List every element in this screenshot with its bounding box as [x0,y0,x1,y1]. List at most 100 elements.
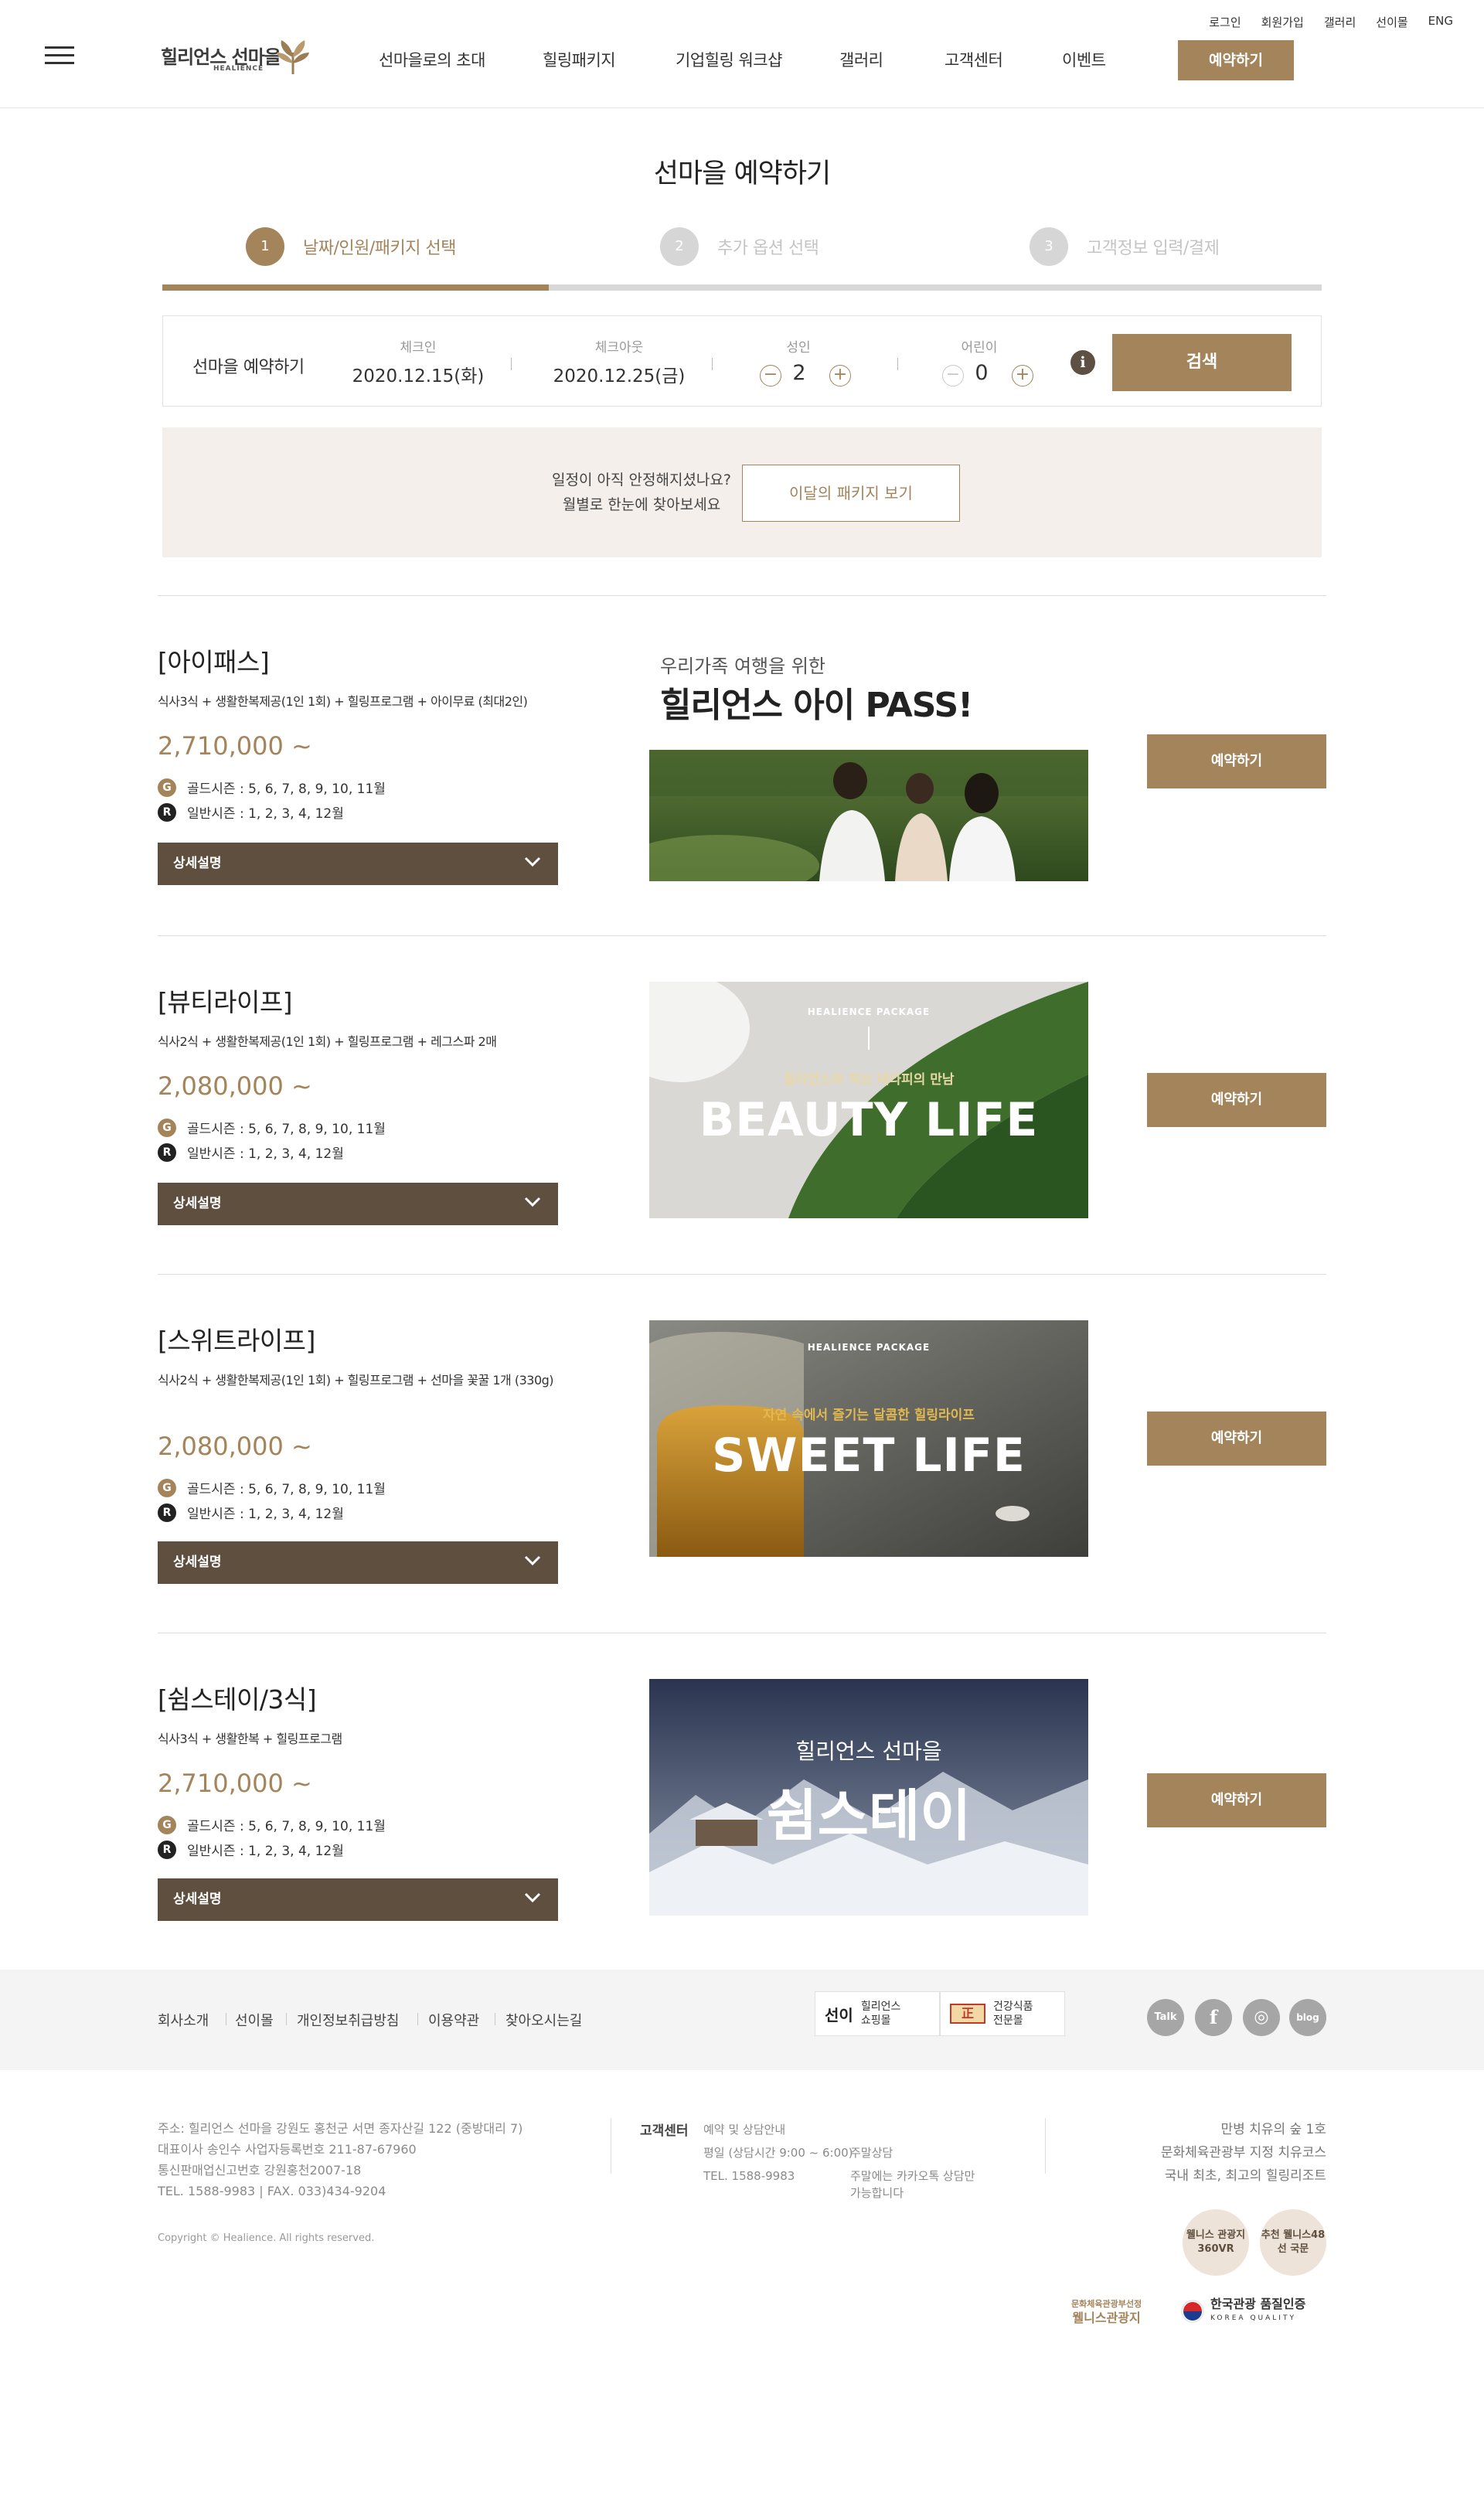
adult-minus-button[interactable]: − [760,365,781,387]
detail-toggle-button[interactable]: 상세설명 [158,1541,558,1584]
package-title: [스위트라이프] [158,1326,315,1356]
detail-label: 상세설명 [173,1892,222,1907]
divider [1045,2118,1046,2174]
regular-season: R 일반시즌 : 1, 2, 3, 4, 12월 [158,802,344,822]
adult-count: 2 [792,361,806,385]
instagram-icon[interactable]: ◎ [1243,1999,1280,2036]
package-title: [아이패스] [158,647,270,677]
regular-season: R 일반시즌 : 1, 2, 3, 4, 12월 [158,1840,344,1859]
package-reserve-button[interactable]: 예약하기 [1147,1773,1326,1827]
chevron-down-icon [524,856,541,867]
wellness-360vr-badge[interactable]: 웰니스 관광지 360VR [1183,2209,1249,2276]
menu-icon[interactable] [45,46,74,65]
image-tag: HEALIENCE PACKAGE [807,1006,931,1017]
divider [511,358,512,370]
regular-season-badge: R [158,1143,176,1162]
package-reserve-button[interactable]: 예약하기 [1147,1412,1326,1466]
package-item-sweet-life: [스위트라이프] 식사2식 + 생활한복제공(1인 1회) + 힐링프로그램 +… [158,1274,1326,1633]
health-food-badge[interactable]: 正 건강식품 전문몰 [940,1991,1065,2036]
footer-link-company[interactable]: 회사소개 [158,2010,209,2030]
image-title: 힐리언스 아이 PASS! [660,686,973,725]
monthly-package-notice: 일정이 아직 안정해지셨나요? 월별로 한눈에 찾아보세요 이달의 패키지 보기 [162,427,1322,557]
blog-icon[interactable]: blog [1289,1999,1326,2036]
package-image-ipass: 우리가족 여행을 위한 힐리언스 아이 PASS! [649,651,1088,881]
package-item-shim-stay: [쉼스테이/3식] 식사3식 + 생활한복 + 힐링프로그램 2,710,000… [158,1633,1326,1970]
package-item-beauty-life: [뷰티라이프] 식사2식 + 생활한복제공(1인 1회) + 힐링프로그램 + … [158,935,1326,1274]
wellness-48-badge[interactable]: 추천 웰니스48선 국문 [1260,2209,1326,2276]
gold-season-badge: G [158,1478,176,1497]
chevron-down-icon [524,1555,541,1566]
step-label: 날짜/인원/패키지 선택 [303,239,456,258]
family-photo [649,750,1088,881]
shop-logo: 선이 [825,2005,853,2025]
shop-link[interactable]: 선이몰 [1376,14,1407,30]
header-reserve-button[interactable]: 예약하기 [1178,40,1294,80]
package-reserve-button[interactable]: 예약하기 [1147,734,1326,788]
nav-event[interactable]: 이벤트 [1062,48,1106,71]
regular-season-text: 일반시즌 : 1, 2, 3, 4, 12월 [187,806,344,822]
package-description: 식사2식 + 생활한복제공(1인 1회) + 힐링프로그램 + 선마을 꽃꿀 1… [158,1373,554,1388]
gallery-link[interactable]: 갤러리 [1324,14,1356,30]
cs-weekend: 주말상담 [850,2146,893,2160]
checkin-label: 체크인 [400,340,437,356]
resort-slogans: 만병 치유의 숲 1호 문화체육관광부 지정 치유코스 국내 최초, 최고의 힐… [1161,2118,1326,2188]
detail-toggle-button[interactable]: 상세설명 [158,843,558,885]
package-image-shim-stay: 힐리언스 선마을 쉼스테이 [649,1679,1088,1916]
regular-season-text: 일반시즌 : 1, 2, 3, 4, 12월 [187,1146,344,1162]
adult-plus-button[interactable]: + [829,365,851,387]
image-title: BEAUTY LIFE [699,1093,1039,1147]
eng-link[interactable]: ENG [1428,14,1453,30]
divider [712,358,713,370]
nav-corporate-workshop[interactable]: 기업힐링 워크샵 [676,48,782,71]
package-description: 식사3식 + 생활한복제공(1인 1회) + 힐링프로그램 + 아이무료 (최대… [158,694,528,709]
gold-season-badge: G [158,1118,176,1137]
nav-customer-center[interactable]: 고객센터 [945,48,1003,71]
image-title: SWEET LIFE [712,1429,1026,1483]
detail-toggle-button[interactable]: 상세설명 [158,1878,558,1921]
child-count: 0 [975,361,989,385]
logo-leaf-icon [277,40,309,74]
gold-season-text: 골드시즌 : 5, 6, 7, 8, 9, 10, 11월 [187,1482,386,1497]
regular-season-badge: R [158,1503,176,1522]
gold-season-text: 골드시즌 : 5, 6, 7, 8, 9, 10, 11월 [187,782,386,797]
site-logo[interactable]: 힐리언스 선마을 HEALIENCE [161,37,315,79]
image-subtitle: 힐리언스 선마을 [795,1738,942,1764]
checkout-date[interactable]: 2020.12.25(금) [542,361,696,387]
top-utility-links: 로그인 회원가입 갤러리 선이몰 ENG [1209,14,1453,30]
child-plus-button[interactable]: + [1012,365,1033,387]
login-link[interactable]: 로그인 [1209,14,1241,30]
info-icon[interactable]: i [1070,350,1095,375]
gold-season-badge: G [158,778,176,797]
signup-link[interactable]: 회원가입 [1261,14,1304,30]
footer-link-shop[interactable]: 선이몰 [235,2010,274,2030]
nav-healing-package[interactable]: 힐링패키지 [543,48,616,71]
step-1: 1 날짜/인원/패키지 선택 [246,227,456,266]
search-button[interactable]: 검색 [1112,334,1292,391]
nav-gallery[interactable]: 갤러리 [839,48,883,71]
package-price: 2,080,000 ~ [158,1071,312,1101]
footer-link-privacy[interactable]: 개인정보취급방침 [297,2010,399,2030]
package-reserve-button[interactable]: 예약하기 [1147,1073,1326,1127]
monthly-package-button[interactable]: 이달의 패키지 보기 [742,465,960,522]
progress-fill [162,284,549,291]
divider [417,2013,418,2025]
detail-toggle-button[interactable]: 상세설명 [158,1183,558,1225]
regular-season-text: 일반시즌 : 1, 2, 3, 4, 12월 [187,1507,344,1522]
korea-quality-cert: 한국관광 품질인증 KOREA QUALITY [1181,2297,1305,2325]
gold-season-text: 골드시즌 : 5, 6, 7, 8, 9, 10, 11월 [187,1122,386,1137]
cert-2-sub: KOREA QUALITY [1210,2314,1296,2322]
footer-link-directions[interactable]: 찾아오시는길 [505,2010,582,2030]
child-minus-button[interactable]: − [942,365,964,387]
step-label: 추가 옵션 선택 [717,239,819,258]
checkin-date[interactable]: 2020.12.15(화) [341,361,495,387]
nav-invitation[interactable]: 선마을로의 초대 [379,48,485,71]
cert-1-main: 웰니스관광지 [1072,2311,1141,2325]
kakaotalk-icon[interactable]: Talk [1147,1999,1184,2036]
footer-link-terms[interactable]: 이용약관 [428,2010,479,2030]
step-2: 2 추가 옵션 선택 [660,227,819,266]
facebook-icon[interactable]: f [1195,1999,1232,2036]
package-title: [쉼스테이/3식] [158,1684,317,1715]
step-3: 3 고객정보 입력/결제 [1030,227,1220,266]
gold-season: G 골드시즌 : 5, 6, 7, 8, 9, 10, 11월 [158,1815,386,1834]
healience-shop-badge[interactable]: 선이 힐리언스 쇼핑몰 [815,1991,940,2036]
